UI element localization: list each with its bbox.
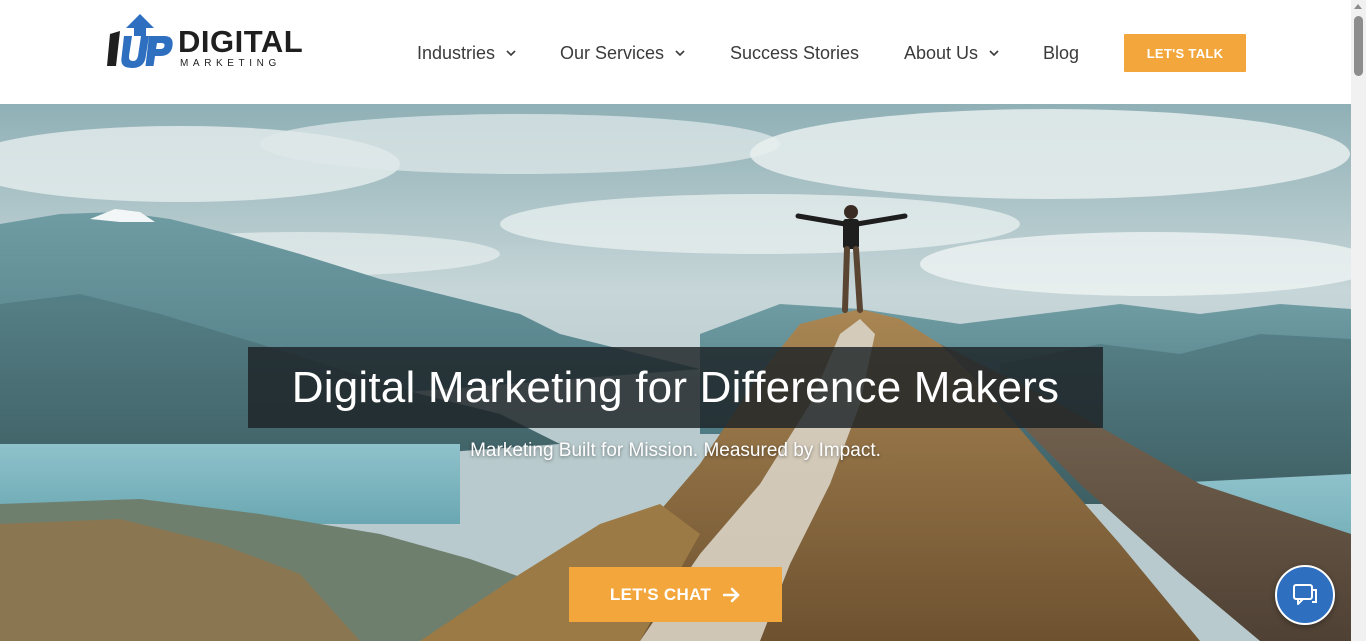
- chat-bubbles-icon: [1293, 584, 1317, 605]
- nav-item-our-services[interactable]: Our Services: [560, 41, 686, 65]
- hero-headline: Digital Marketing for Difference Makers: [291, 362, 1060, 412]
- nav-item-blog[interactable]: Blog: [1043, 41, 1079, 65]
- page-scrollbar[interactable]: [1351, 0, 1366, 641]
- headline-box: Digital Marketing for Difference Makers: [248, 347, 1103, 428]
- nav-item-label: Our Services: [560, 43, 665, 63]
- hero-subheadline: Marketing Built for Mission. Measured by…: [470, 440, 881, 461]
- nav-item-industries[interactable]: Industries: [417, 41, 517, 65]
- scroll-up-arrow-icon[interactable]: [1354, 4, 1362, 9]
- chevron-down-icon: [989, 50, 999, 57]
- chevron-down-icon: [675, 50, 685, 57]
- site-header: DIGITAL MARKETING Industries Our Service…: [0, 0, 1351, 104]
- lets-talk-button[interactable]: LET'S TALK: [1124, 34, 1246, 72]
- lets-chat-button[interactable]: LET'S CHAT: [569, 567, 782, 622]
- chat-widget-button[interactable]: [1275, 565, 1335, 625]
- main-nav: Industries Our Services Success Stories …: [0, 0, 1351, 104]
- scrollbar-thumb[interactable]: [1354, 16, 1363, 76]
- lets-chat-label: LET'S CHAT: [609, 584, 712, 604]
- chevron-down-icon: [506, 50, 516, 57]
- nav-item-label: Industries: [417, 43, 496, 63]
- nav-item-about-us[interactable]: About Us: [904, 41, 1000, 65]
- nav-item-success-stories[interactable]: Success Stories: [730, 41, 859, 65]
- nav-item-label: Success Stories: [730, 43, 860, 63]
- nav-item-label: Blog: [1043, 43, 1080, 63]
- nav-item-label: About Us: [904, 43, 979, 63]
- hero-section: Digital Marketing for Difference Makers …: [0, 104, 1351, 641]
- arrow-right-icon: [723, 587, 740, 602]
